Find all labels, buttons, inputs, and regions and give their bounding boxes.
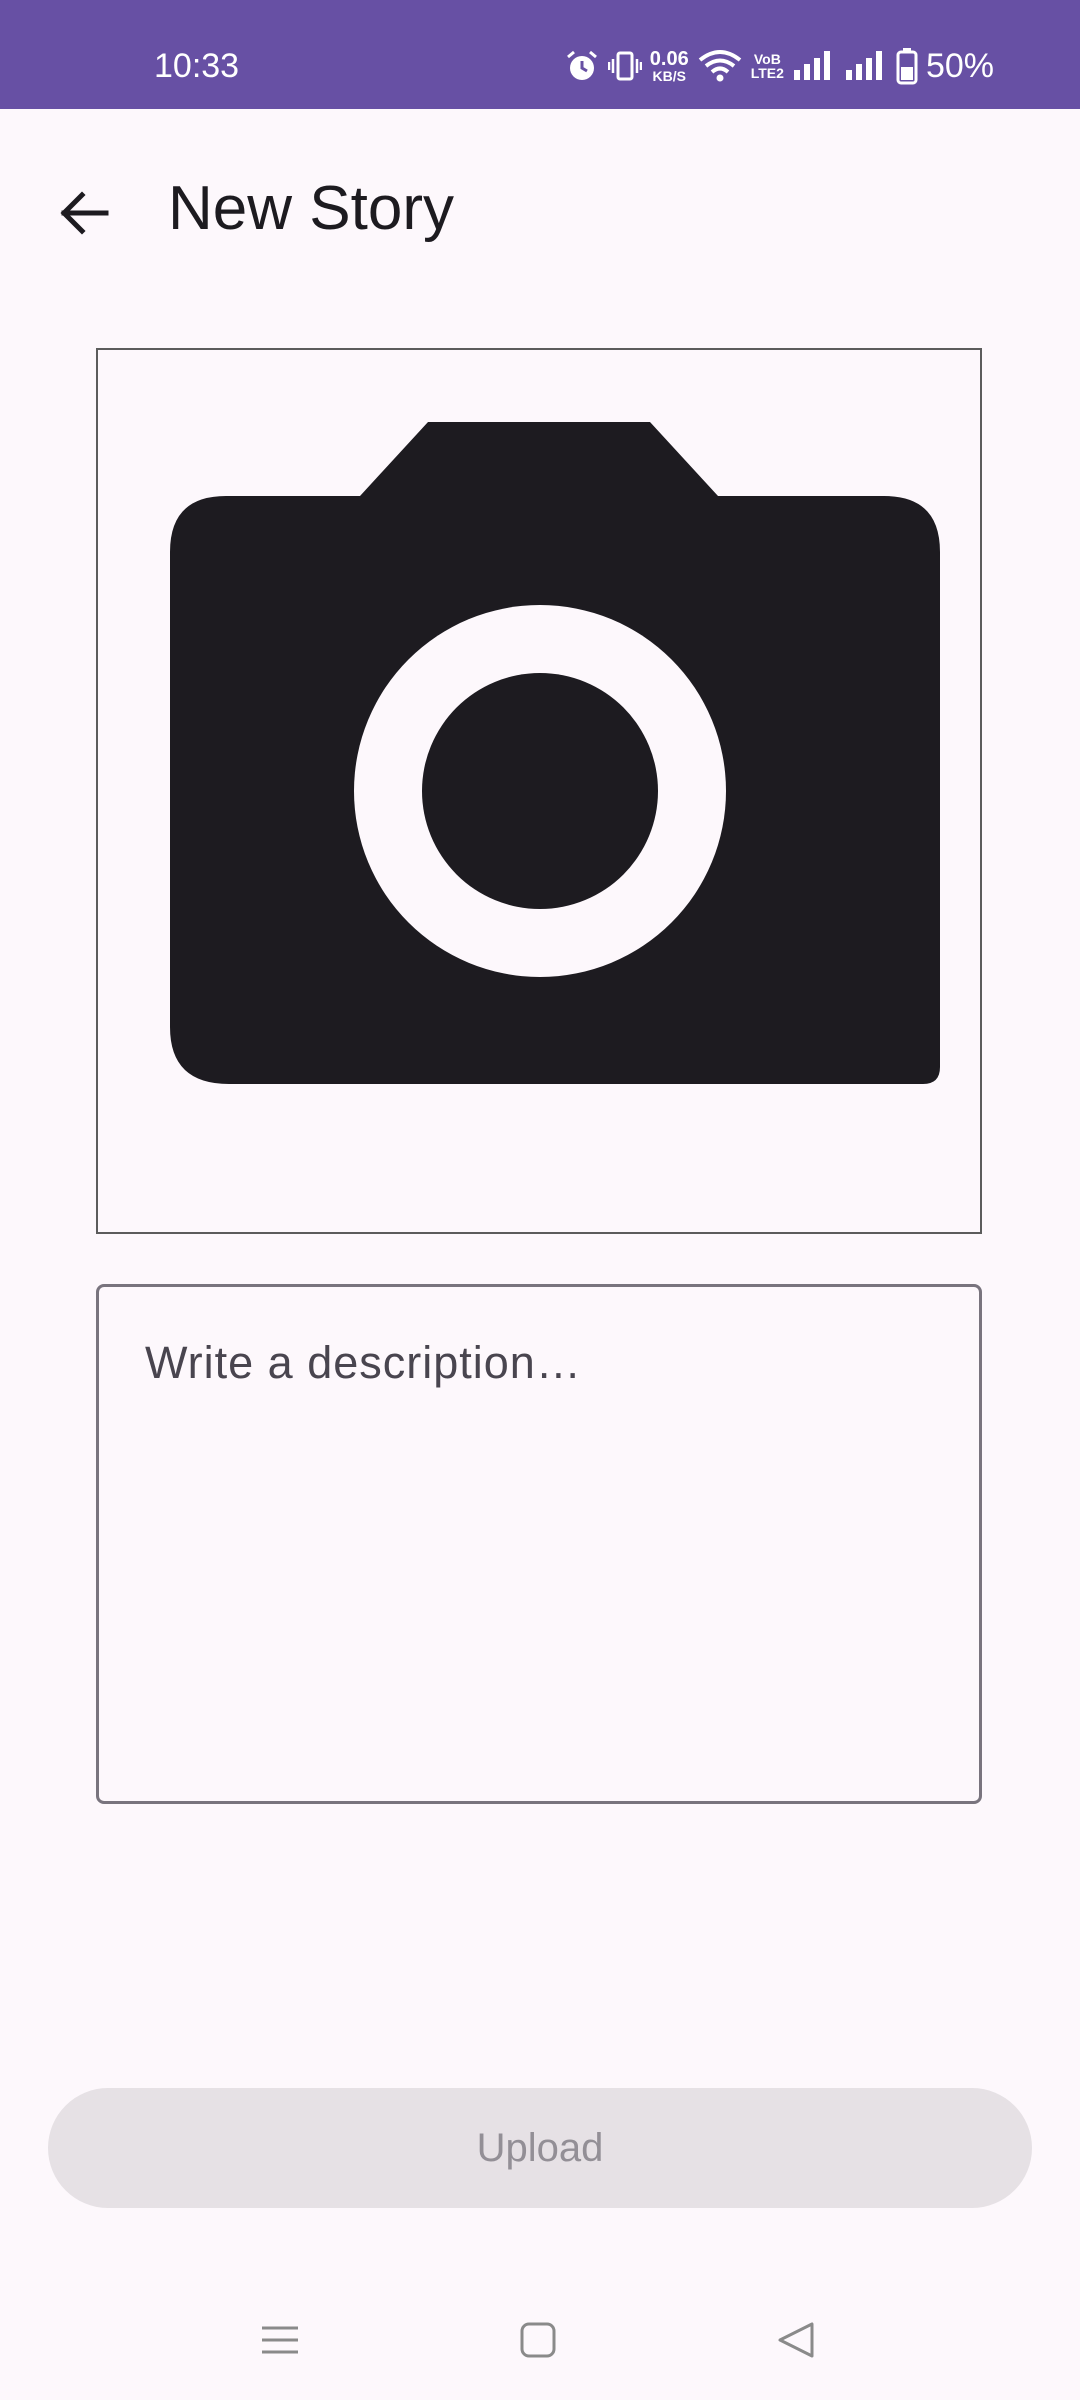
recent-apps-button[interactable] [240,2300,320,2380]
arrow-back-icon [60,191,109,235]
volte-bottom: LTE2 [750,65,784,81]
status-time: 10:33 [154,47,240,85]
page-title: New Story [168,174,454,243]
system-nav-bar [0,2270,1080,2400]
alarm-icon [566,50,597,80]
battery-percentage: 50% [925,47,994,85]
volte-top: VoB [753,51,781,67]
back-button[interactable] [44,173,124,253]
camera-icon [170,422,940,1084]
battery-icon [896,48,918,85]
back-triangle-icon [778,2322,814,2358]
network-speed: 0.06 KB/S [650,49,689,83]
image-picker[interactable] [96,348,982,1234]
system-back-button[interactable] [756,2300,836,2380]
wifi-icon [698,50,741,82]
upload-button[interactable]: Upload [48,2088,1032,2208]
status-bar: 10:33 0.06 KB/S VoB LTE2 50% [0,0,1080,109]
menu-icon [262,2326,298,2354]
home-button[interactable] [498,2300,578,2380]
description-placeholder: Write a description… [145,1337,582,1388]
volte-icon: VoB LTE2 [751,52,784,80]
app-bar: New Story [0,109,1080,309]
signal-icon [845,51,882,80]
network-speed-value: 0.06 [649,48,689,70]
signal-icon [793,51,830,80]
vibrate-icon [607,51,642,81]
network-speed-unit: KB/S [652,68,686,84]
description-input[interactable]: Write a description… [96,1284,982,1804]
status-icons: 0.06 KB/S VoB LTE2 50% [564,44,994,88]
home-icon [520,2322,556,2358]
